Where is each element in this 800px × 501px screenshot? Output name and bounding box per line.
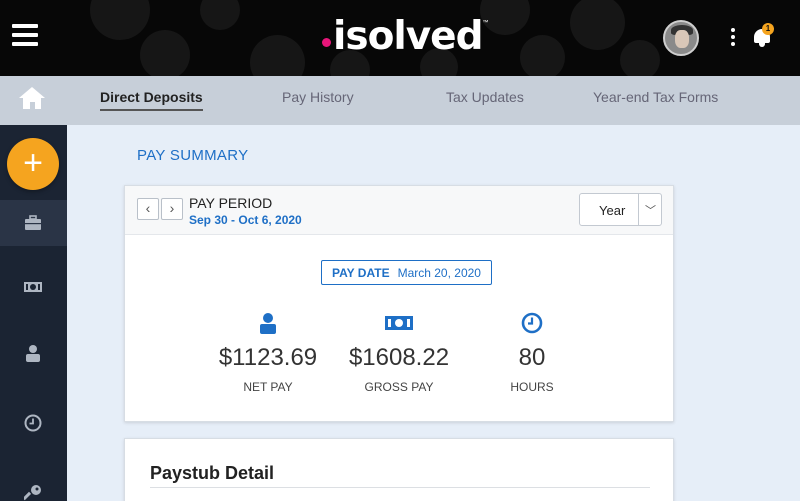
gross-pay-amount: $1608.22 — [348, 344, 450, 371]
logo-dot — [322, 37, 331, 47]
paystub-detail-title: Paystub Detail — [150, 463, 275, 483]
notification-badge: 1 — [762, 23, 774, 35]
prev-period-button[interactable]: ‹ — [137, 198, 159, 220]
gross-pay-label: GROSS PAY — [364, 380, 434, 394]
clock-icon — [24, 414, 42, 432]
pay-period-range: Sep 30 - Oct 6, 2020 — [189, 213, 302, 227]
person-icon — [26, 345, 40, 362]
sidebar-item-money[interactable] — [0, 264, 67, 310]
tab-year-end-tax-forms[interactable]: Year-end Tax Forms — [593, 89, 718, 105]
money-icon — [24, 282, 42, 292]
hours-amount: 80 — [518, 344, 546, 371]
pay-date-value: March 20, 2020 — [397, 265, 481, 280]
sidebar: + — [0, 125, 67, 501]
sidebar-item-person[interactable] — [0, 330, 67, 376]
gross-pay-stat: $1608.22 GROSS PAY — [334, 312, 464, 394]
pay-summary-card: ‹ › PAY PERIOD Sep 30 - Oct 6, 2020 Year… — [124, 185, 674, 422]
trademark-mark: ™ — [482, 20, 489, 26]
clock-icon — [467, 312, 597, 334]
tab-direct-deposits[interactable]: Direct Deposits — [100, 89, 203, 111]
net-pay-amount: $1123.69 — [218, 344, 318, 371]
add-button[interactable]: + — [7, 138, 59, 190]
period-select-value: Year — [599, 203, 626, 218]
bell-icon[interactable]: 1 — [752, 23, 774, 48]
pay-date-label: PAY DATE — [332, 265, 390, 280]
logo-text: isolved — [333, 13, 484, 59]
key-icon — [24, 485, 41, 501]
main-content: PAY SUMMARY ‹ › PAY PERIOD Sep 30 - Oct … — [67, 125, 800, 501]
hamburger-menu-icon[interactable] — [12, 24, 38, 46]
next-period-button[interactable]: › — [161, 198, 183, 220]
home-icon[interactable] — [19, 87, 45, 111]
tab-pay-history[interactable]: Pay History — [282, 89, 354, 105]
pay-period-label: PAY PERIOD — [189, 195, 273, 211]
tab-bar: Direct Deposits Pay History Tax Updates … — [0, 76, 800, 125]
net-pay-stat: $1123.69 NET PAY — [203, 312, 333, 394]
isolved-logo: isolved ™ — [322, 13, 489, 59]
briefcase-icon — [25, 215, 41, 230]
paystub-detail-card: Paystub Detail — [124, 438, 674, 501]
chevron-down-icon: ﹀ — [645, 205, 656, 217]
sidebar-item-briefcase[interactable] — [0, 200, 67, 246]
sidebar-item-key[interactable] — [0, 470, 67, 501]
top-bar: isolved ™ 1 — [0, 0, 800, 76]
page-title: PAY SUMMARY — [137, 147, 249, 164]
divider — [150, 487, 650, 488]
net-pay-label: NET PAY — [243, 380, 293, 394]
money-icon — [334, 312, 464, 334]
pay-period-header: ‹ › PAY PERIOD Sep 30 - Oct 6, 2020 Year… — [125, 186, 673, 235]
sidebar-item-clock[interactable] — [0, 400, 67, 446]
pay-date-badge: PAY DATE March 20, 2020 — [321, 260, 492, 285]
period-select[interactable]: Year ﹀ — [579, 193, 662, 226]
hours-stat: 80 HOURS — [467, 312, 597, 394]
kebab-menu-icon[interactable] — [730, 28, 736, 48]
hours-label: HOURS — [510, 380, 554, 394]
person-icon — [203, 312, 333, 334]
avatar[interactable] — [663, 20, 699, 56]
tab-tax-updates[interactable]: Tax Updates — [446, 89, 524, 105]
